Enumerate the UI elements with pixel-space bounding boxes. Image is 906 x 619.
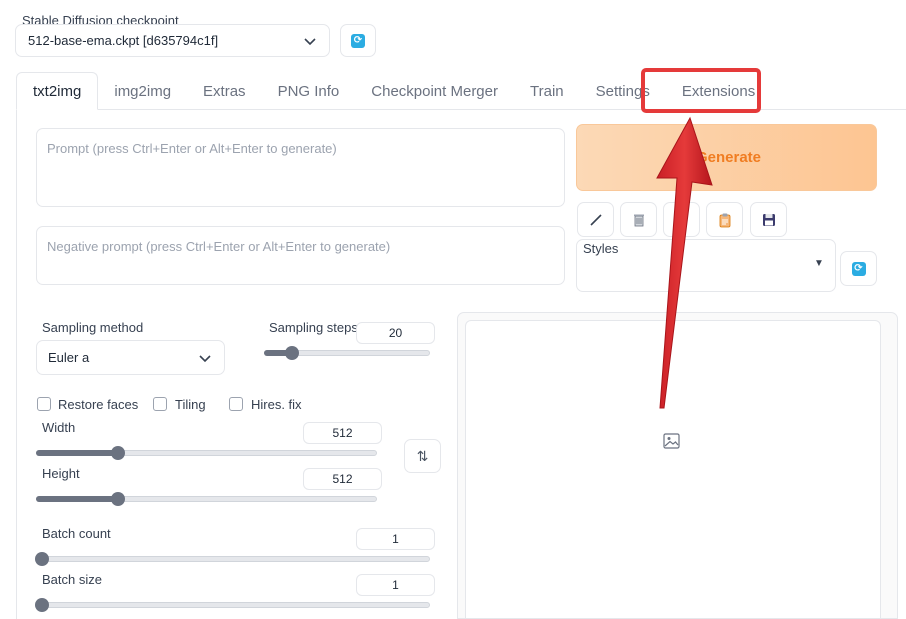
prompt-placeholder: Prompt (press Ctrl+Enter or Alt+Enter to… bbox=[47, 141, 337, 156]
restore-faces-checkbox[interactable] bbox=[37, 397, 51, 411]
read-params-button[interactable] bbox=[577, 202, 614, 237]
generate-button[interactable]: Generate bbox=[576, 124, 877, 191]
pencil-icon bbox=[589, 213, 602, 226]
trash-icon bbox=[633, 214, 644, 226]
negative-prompt-input[interactable]: Negative prompt (press Ctrl+Enter or Alt… bbox=[36, 226, 565, 285]
batch-size-label: Batch size bbox=[42, 572, 102, 587]
sampling-method-value: Euler a bbox=[48, 350, 90, 365]
apply-styles-button[interactable] bbox=[706, 202, 743, 237]
tab-extras[interactable]: Extras bbox=[187, 72, 262, 110]
image-placeholder-icon bbox=[663, 433, 680, 449]
batch-count-slider[interactable] bbox=[36, 556, 430, 562]
width-fill bbox=[36, 450, 118, 456]
clear-prompt-button[interactable] bbox=[620, 202, 657, 237]
styles-refresh-button[interactable]: ⟳ bbox=[840, 251, 877, 286]
height-handle[interactable] bbox=[111, 492, 125, 506]
batch-size-input[interactable]: 1 bbox=[356, 574, 435, 596]
chevron-down-icon bbox=[304, 38, 316, 46]
batch-size-handle[interactable] bbox=[35, 598, 49, 612]
batch-count-label: Batch count bbox=[42, 526, 111, 541]
height-fill bbox=[36, 496, 118, 502]
chevron-down-icon bbox=[199, 355, 211, 363]
tab-checkpoint-merger[interactable]: Checkpoint Merger bbox=[355, 72, 514, 110]
batch-count-handle[interactable] bbox=[35, 552, 49, 566]
prompt-input[interactable]: Prompt (press Ctrl+Enter or Alt+Enter to… bbox=[36, 128, 565, 207]
panel-border bbox=[16, 109, 17, 619]
sampling-steps-handle[interactable] bbox=[285, 346, 299, 360]
width-input[interactable]: 512 bbox=[303, 422, 382, 444]
batch-count-input[interactable]: 1 bbox=[356, 528, 435, 550]
clipboard-icon bbox=[719, 213, 730, 227]
width-label: Width bbox=[42, 420, 76, 435]
checkpoint-value: 512-base-ema.ckpt [d635794c1f] bbox=[28, 33, 219, 48]
tab-divider bbox=[16, 109, 906, 110]
refresh-icon: ⟳ bbox=[851, 261, 866, 276]
batch-size-slider[interactable] bbox=[36, 602, 430, 608]
checkpoint-select[interactable]: 512-base-ema.ckpt [d635794c1f] bbox=[15, 24, 330, 57]
tab-png-info[interactable]: PNG Info bbox=[262, 72, 356, 110]
checkpoint-refresh-button[interactable]: ⟳ bbox=[340, 24, 376, 57]
caret-down-icon: ▼ bbox=[814, 258, 824, 269]
tab-txt2img[interactable]: txt2img bbox=[16, 72, 99, 110]
swap-dimensions-button[interactable]: ⇅ bbox=[404, 439, 441, 473]
save-style-button[interactable] bbox=[750, 202, 787, 237]
output-gallery bbox=[465, 320, 881, 619]
tab-img2img[interactable]: img2img bbox=[98, 72, 187, 110]
negative-prompt-placeholder: Negative prompt (press Ctrl+Enter or Alt… bbox=[47, 239, 391, 254]
swap-arrows-icon: ⇅ bbox=[416, 447, 429, 464]
sampling-steps-input[interactable]: 20 bbox=[356, 322, 435, 344]
show-extra-networks-button[interactable] bbox=[663, 202, 700, 237]
tiling-label: Tiling bbox=[175, 397, 206, 412]
width-handle[interactable] bbox=[111, 446, 125, 460]
sampling-steps-label: Sampling steps bbox=[269, 320, 358, 335]
height-label: Height bbox=[42, 466, 80, 481]
sampling-method-label: Sampling method bbox=[42, 320, 144, 335]
styles-label: Styles bbox=[583, 241, 619, 256]
extensions-highlight-box bbox=[641, 68, 761, 113]
tab-train[interactable]: Train bbox=[514, 72, 580, 110]
height-input[interactable]: 512 bbox=[303, 468, 382, 490]
refresh-icon: ⟳ bbox=[351, 33, 365, 48]
floppy-disk-icon bbox=[762, 213, 775, 226]
red-square-icon bbox=[676, 213, 687, 226]
sampling-method-select[interactable]: Euler a bbox=[36, 340, 225, 375]
restore-faces-label: Restore faces bbox=[58, 397, 139, 412]
hires-fix-checkbox[interactable] bbox=[229, 397, 243, 411]
tiling-checkbox[interactable] bbox=[153, 397, 167, 411]
hires-fix-label: Hires. fix bbox=[251, 397, 302, 412]
